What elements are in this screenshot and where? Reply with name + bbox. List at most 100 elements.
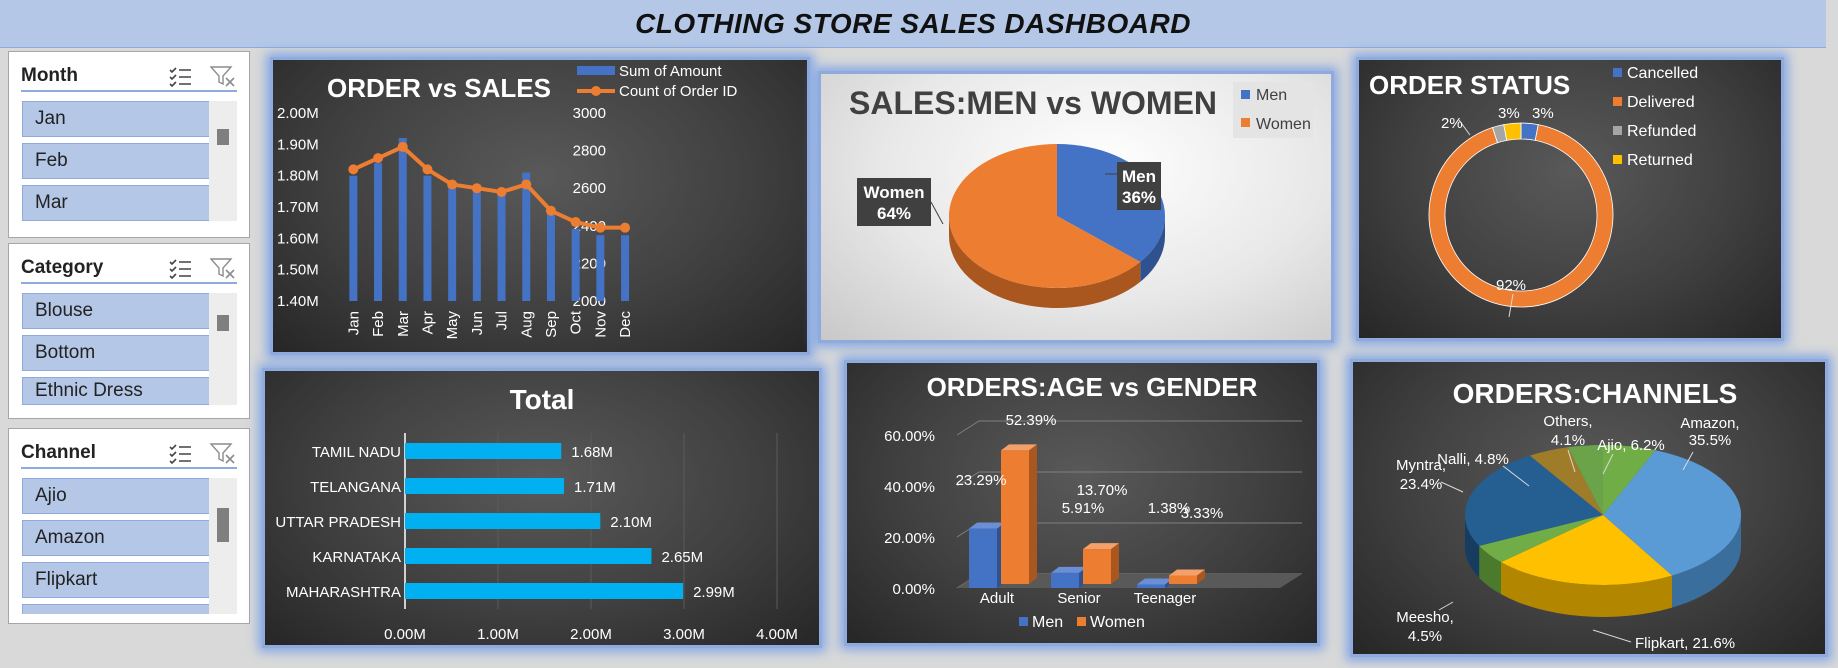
- scrollbar-thumb[interactable]: [217, 129, 229, 145]
- bar-state[interactable]: [405, 548, 652, 564]
- bar-sales[interactable]: [423, 175, 432, 301]
- slicer-scrollbar[interactable]: [209, 293, 237, 405]
- data-label: 3%: [1532, 105, 1554, 122]
- point-orders[interactable]: [570, 217, 581, 228]
- multi-select-icon[interactable]: [167, 441, 195, 465]
- legend-label: Returned: [1627, 152, 1693, 169]
- point-orders[interactable]: [447, 179, 458, 190]
- chart-orders-age-gender[interactable]: ORDERS:AGE vs GENDER Men Women 60.00% 40.…: [844, 360, 1320, 646]
- chart-orders-channels[interactable]: ORDERS:CHANNELS Amazon, 35.5% Flipkart, 21…: [1350, 359, 1828, 657]
- y-tick-label: KARNATAKA: [312, 549, 401, 566]
- point-orders[interactable]: [397, 141, 408, 152]
- bar-men[interactable]: [1137, 584, 1165, 588]
- data-label: Nalli, 4.8%: [1437, 451, 1509, 468]
- chart-sales-men-women[interactable]: SALES:MEN vs WOMEN Men Women Men 36% Women…: [818, 71, 1334, 343]
- bar-women[interactable]: [1001, 450, 1029, 584]
- data-label: Meesho,: [1396, 609, 1454, 626]
- point-orders[interactable]: [496, 186, 507, 197]
- y-tick-label: UTTAR PRADESH: [275, 514, 401, 531]
- bar-sales[interactable]: [497, 194, 506, 301]
- x-tick-label: Oct: [568, 310, 585, 334]
- data-label: 23.29%: [956, 472, 1007, 489]
- donut-slice-returned[interactable]: [1503, 122, 1522, 141]
- legend-swatch-women: [1077, 617, 1086, 626]
- bar-sales[interactable]: [374, 163, 383, 301]
- bar-sales[interactable]: [522, 172, 531, 301]
- x-tick-label: Senior: [1057, 590, 1100, 607]
- slicer-item-mar[interactable]: Mar: [22, 185, 214, 221]
- slicer-month: Month Jan Feb Mar: [8, 51, 250, 238]
- label-leader: [1440, 481, 1464, 493]
- bar-sales[interactable]: [448, 181, 457, 301]
- point-orders[interactable]: [422, 164, 433, 175]
- chart-order-vs-sales[interactable]: ORDER vs SALES Sum of Amount Count of Or…: [270, 57, 810, 355]
- bar-women[interactable]: [1083, 549, 1111, 584]
- bar-men[interactable]: [1051, 572, 1079, 588]
- multi-select-icon[interactable]: [167, 256, 195, 280]
- slicer-item-ajio[interactable]: Ajio: [22, 478, 214, 514]
- data-label: Ajio, 6.2%: [1597, 437, 1665, 454]
- legend-swatch-men: [1241, 90, 1250, 99]
- chart-total-by-state[interactable]: Total 0.00M 1.00M 2.00M 3.00M 4.00M TAMIL NAD…: [262, 368, 822, 648]
- clear-filter-icon[interactable]: [209, 256, 237, 280]
- x-tick-label: Nov: [592, 311, 609, 338]
- data-label: 1.68M: [571, 444, 613, 461]
- legend-label-men: Men: [1256, 87, 1287, 104]
- scrollbar-thumb[interactable]: [217, 508, 229, 542]
- slicer-item-feb[interactable]: Feb: [22, 143, 214, 179]
- legend-swatch-amount: [577, 66, 615, 75]
- data-label: Flipkart, 21.6%: [1635, 635, 1735, 652]
- x-tick-label: 4.00M: [756, 626, 798, 643]
- bar-sales[interactable]: [546, 213, 555, 301]
- chart-title: Total: [510, 384, 575, 415]
- slicer-item-jan[interactable]: Jan: [22, 101, 214, 137]
- y-tick-label-left: 2.00M: [277, 105, 319, 122]
- chart-title: ORDERS:AGE vs GENDER: [927, 372, 1258, 402]
- bar-men[interactable]: [969, 528, 997, 588]
- slicer-item-flipkart[interactable]: Flipkart: [22, 562, 214, 598]
- legend-swatch-women: [1241, 118, 1250, 127]
- slicer-item-ethnic-dress[interactable]: Ethnic Dress: [22, 377, 214, 405]
- clear-filter-icon[interactable]: [209, 64, 237, 88]
- slicer-scrollbar[interactable]: [209, 101, 237, 221]
- bar-sales[interactable]: [621, 235, 630, 301]
- bar-sales[interactable]: [398, 138, 407, 301]
- slicer-channel: Channel Ajio Amazon Flipkart: [8, 428, 250, 624]
- chart-order-status[interactable]: ORDER STATUS Cancelled Delivered Refunded R…: [1356, 57, 1784, 341]
- x-tick-label: Mar: [395, 311, 412, 337]
- data-label: 5.91%: [1062, 500, 1105, 517]
- x-tick-label: Adult: [980, 590, 1015, 607]
- data-label: 92%: [1496, 277, 1526, 294]
- point-orders[interactable]: [348, 164, 359, 175]
- slicer-item-blouse[interactable]: Blouse: [22, 293, 214, 329]
- y-tick-label-left: 1.90M: [277, 136, 319, 153]
- x-tick-label: 1.00M: [477, 626, 519, 643]
- point-orders[interactable]: [620, 222, 631, 233]
- chart-title: ORDER vs SALES: [327, 73, 551, 103]
- bar-sales[interactable]: [472, 191, 481, 301]
- clear-filter-icon[interactable]: [209, 441, 237, 465]
- y-tick-label: MAHARASHTRA: [286, 584, 401, 601]
- slicer-item-partial[interactable]: [22, 604, 214, 614]
- bar-sales[interactable]: [571, 228, 580, 301]
- scrollbar-thumb[interactable]: [217, 315, 229, 331]
- slicer-item-bottom[interactable]: Bottom: [22, 335, 214, 371]
- bar-sales[interactable]: [596, 235, 605, 301]
- point-orders[interactable]: [545, 205, 556, 216]
- slicer-scrollbar[interactable]: [209, 478, 237, 614]
- orders-age-gender-svg: ORDERS:AGE vs GENDER Men Women 60.00% 40.…: [884, 372, 1302, 631]
- point-orders[interactable]: [595, 222, 606, 233]
- point-orders[interactable]: [373, 153, 384, 164]
- bar-state[interactable]: [405, 478, 565, 494]
- point-orders[interactable]: [471, 183, 482, 194]
- bar-state[interactable]: [405, 583, 684, 599]
- bar-state[interactable]: [405, 513, 601, 529]
- bar-state[interactable]: [405, 443, 562, 459]
- slicer-item-amazon[interactable]: Amazon: [22, 520, 214, 556]
- point-orders[interactable]: [521, 179, 532, 190]
- bar-side: [1111, 543, 1119, 584]
- y-tick-label-left: 1.70M: [277, 199, 319, 216]
- bar-sales[interactable]: [349, 175, 358, 301]
- multi-select-icon[interactable]: [167, 64, 195, 88]
- bar-women[interactable]: [1169, 575, 1197, 584]
